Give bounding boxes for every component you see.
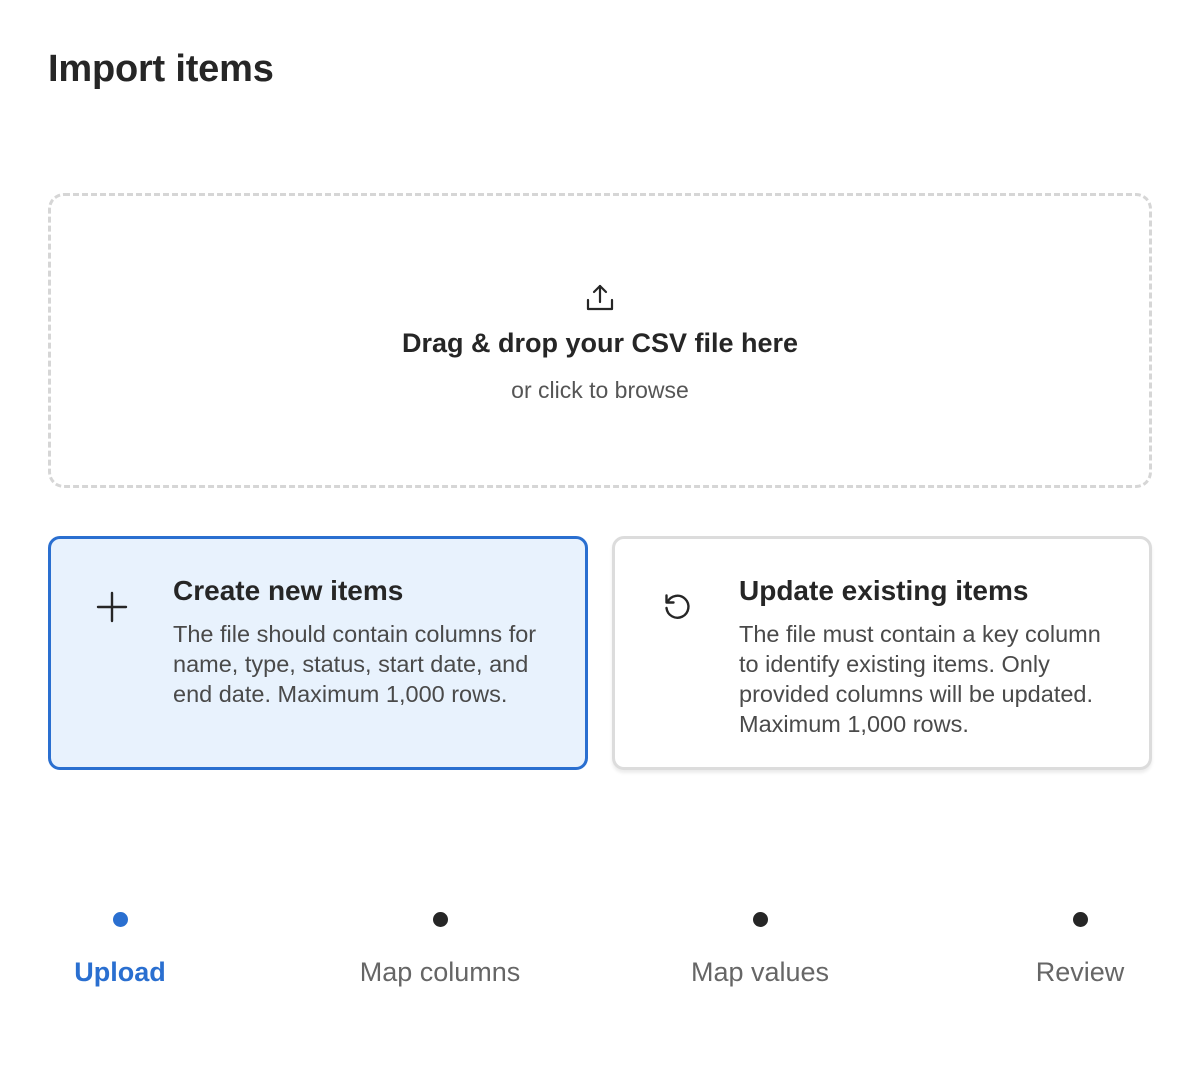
dropzone-browse-hint: or click to browse [511, 376, 689, 403]
create-option-title: Create new items [173, 575, 404, 606]
step-map-values[interactable]: Map values [600, 912, 920, 988]
step-label: Map values [690, 957, 830, 987]
update-existing-items-option[interactable]: Update existing items The file must cont… [612, 536, 1152, 770]
stepper: Upload Map columns Map values Review [0, 912, 1200, 1012]
dropzone-title: Drag & drop your CSV file here [401, 327, 799, 358]
plus-icon [96, 591, 128, 623]
step-dot [752, 912, 768, 927]
step-dot [432, 912, 448, 927]
step-dot [1072, 912, 1088, 927]
update-option-title: Update existing items [739, 575, 1029, 606]
step-upload[interactable]: Upload [0, 912, 280, 988]
step-review[interactable]: Review [920, 912, 1200, 988]
step-dot [112, 912, 128, 927]
import-dialog: Import items Drag & drop your CSV file h… [0, 0, 1200, 1074]
refresh-icon [665, 594, 690, 619]
page-title: Import items [48, 48, 274, 90]
create-new-items-option[interactable]: Create new items The file should contain… [48, 536, 588, 770]
step-map-columns[interactable]: Map columns [280, 912, 600, 988]
step-label: Upload [74, 957, 166, 987]
csv-dropzone[interactable]: Drag & drop your CSV file here or click … [48, 193, 1152, 488]
update-option-description: The file must contain a key column to id… [739, 621, 1101, 737]
create-option-description: The file should contain columns for name… [173, 621, 537, 707]
step-label: Review [1035, 957, 1125, 987]
step-label: Map columns [359, 957, 521, 987]
upload-icon [586, 284, 614, 310]
